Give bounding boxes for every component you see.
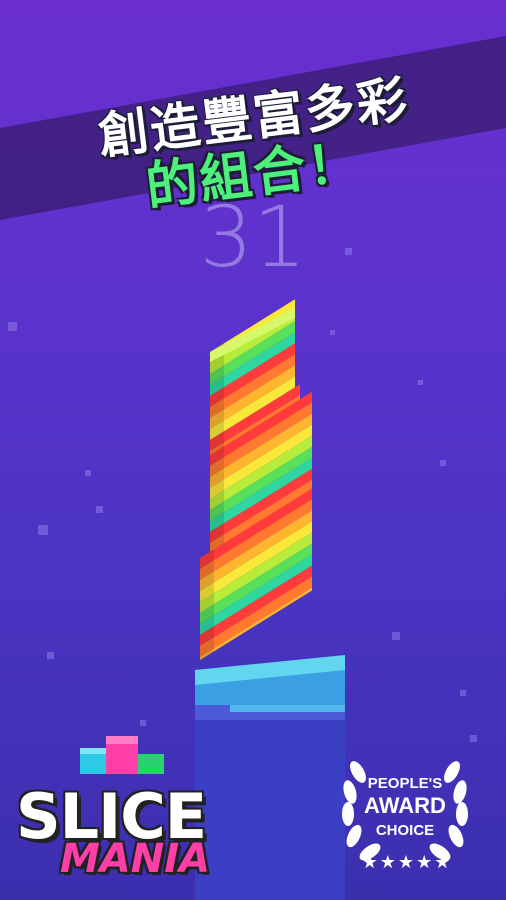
tower-base (195, 655, 345, 900)
score-counter: 31 (199, 188, 307, 286)
award-stars: ★★★★★ (361, 852, 453, 873)
rainbow-tower (200, 299, 312, 660)
game-screen[interactable]: 創造豐富多彩 的組合！ 31 SLICE MANIA PEOPLE'S AWAR… (0, 0, 506, 900)
award-line-2: AWARD (364, 793, 446, 818)
award-line-1: PEOPLE'S (367, 775, 443, 792)
award-line-3: CHOICE (375, 822, 435, 839)
logo-word-mania: MANIA (60, 836, 211, 882)
